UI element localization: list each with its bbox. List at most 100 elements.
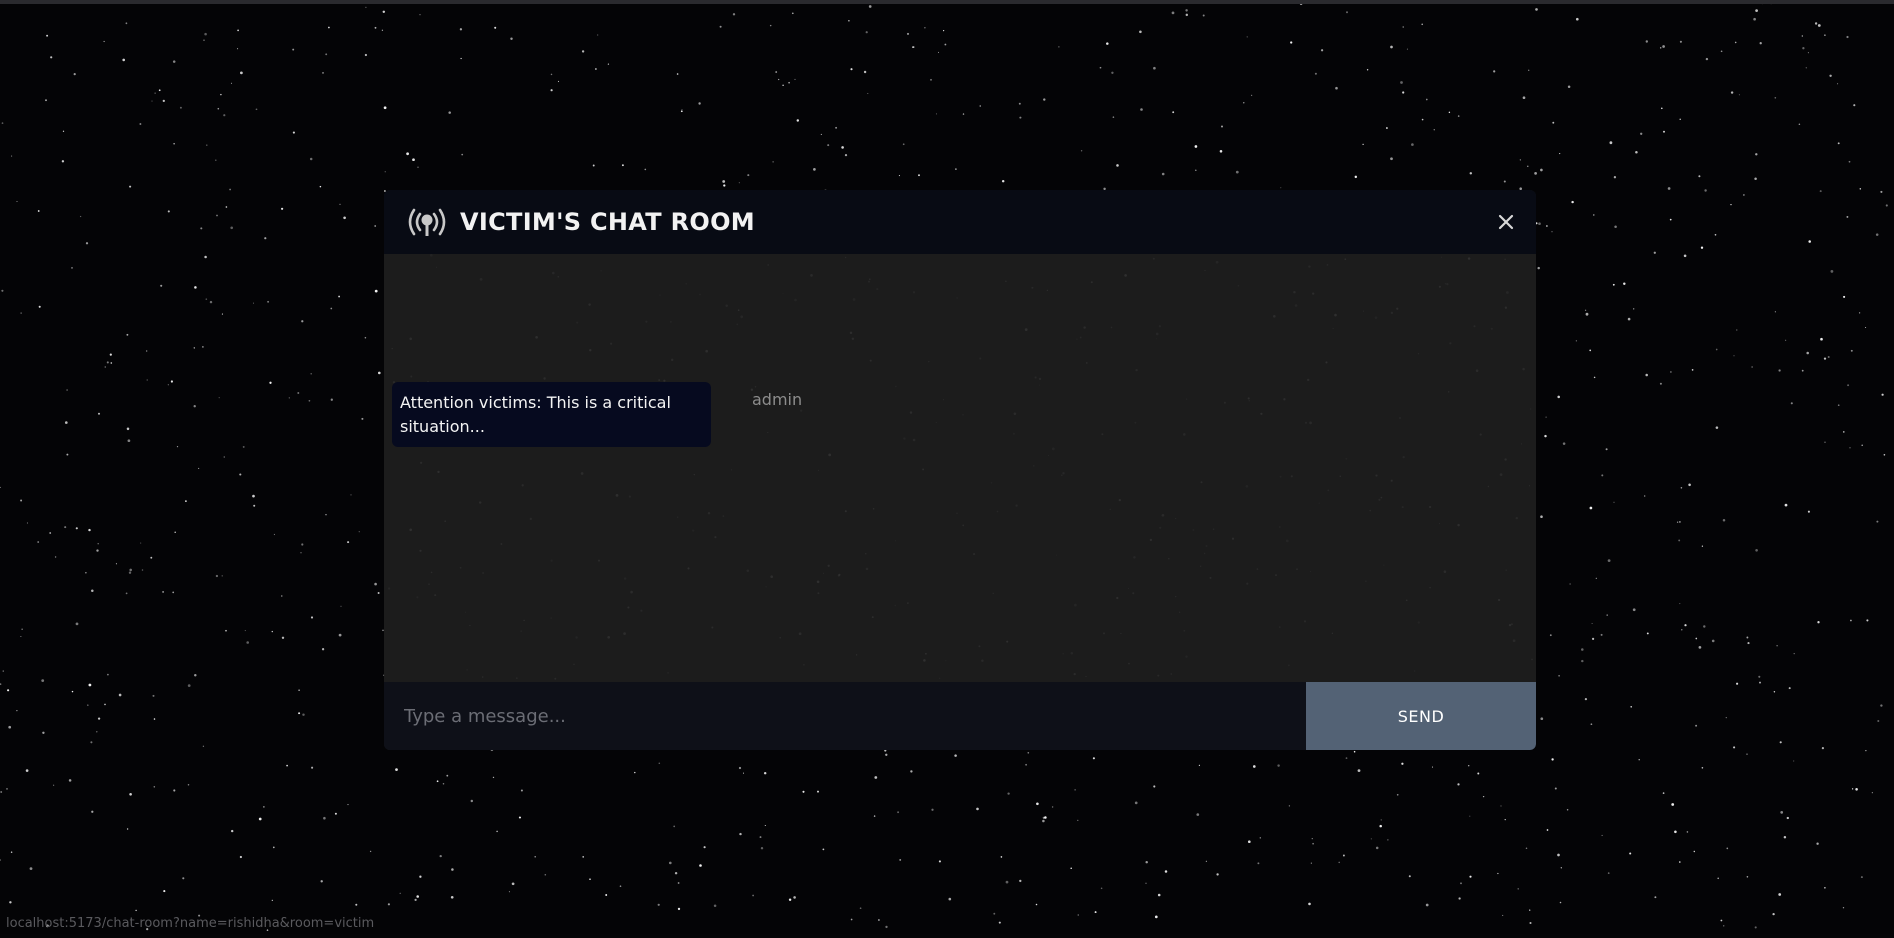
- star: [621, 164, 624, 167]
- star: [1185, 9, 1188, 12]
- star: [146, 350, 148, 352]
- star: [1807, 52, 1809, 54]
- star: [364, 336, 367, 339]
- star: [1000, 856, 1003, 858]
- star: [719, 25, 722, 28]
- star: [1080, 150, 1083, 152]
- star: [448, 111, 451, 114]
- star: [395, 768, 398, 771]
- star: [97, 717, 101, 720]
- chat-room-title: VICTIM'S CHAT ROOM: [460, 208, 755, 236]
- star: [1698, 646, 1702, 649]
- star: [1552, 121, 1555, 124]
- star: [1527, 165, 1529, 167]
- star: [271, 899, 273, 901]
- star: [258, 817, 262, 821]
- star: [103, 40, 105, 43]
- star: [1094, 911, 1097, 914]
- star: [1633, 308, 1635, 310]
- close-icon[interactable]: [1494, 210, 1518, 234]
- star: [1609, 141, 1613, 145]
- star: [1793, 760, 1795, 762]
- star: [722, 180, 726, 183]
- star: [1172, 111, 1175, 114]
- chat-header: VICTIM'S CHAT ROOM: [384, 190, 1536, 254]
- star: [97, 542, 99, 545]
- star: [1497, 872, 1499, 875]
- star: [202, 346, 204, 348]
- star: [1019, 879, 1022, 883]
- star: [1551, 758, 1554, 761]
- star: [676, 73, 679, 75]
- star: [930, 78, 932, 81]
- star: [1421, 118, 1424, 121]
- star: [1569, 583, 1571, 585]
- star: [387, 903, 390, 906]
- star: [1885, 204, 1888, 207]
- star: [1861, 444, 1863, 446]
- star: [0, 486, 1, 488]
- star: [902, 143, 905, 146]
- star: [37, 210, 40, 212]
- star: [817, 790, 819, 793]
- star: [140, 542, 142, 544]
- star: [899, 858, 902, 861]
- star: [1528, 69, 1530, 71]
- star: [1559, 901, 1562, 904]
- star: [775, 71, 778, 73]
- star: [1759, 42, 1762, 45]
- star: [863, 70, 867, 74]
- star: [25, 769, 29, 772]
- star: [1134, 801, 1138, 805]
- star: [125, 592, 128, 595]
- star: [1842, 907, 1845, 909]
- star: [198, 467, 200, 469]
- star: [68, 779, 72, 782]
- star: [377, 592, 380, 594]
- star: [1164, 870, 1168, 873]
- star: [1421, 23, 1423, 26]
- star: [1738, 94, 1740, 96]
- star: [1406, 48, 1408, 50]
- star: [1519, 159, 1521, 161]
- star: [292, 48, 295, 51]
- star: [763, 771, 767, 775]
- star: [172, 591, 175, 594]
- star: [104, 703, 106, 706]
- star: [223, 114, 226, 117]
- star: [1257, 862, 1260, 865]
- star: [1590, 723, 1593, 726]
- star: [364, 53, 368, 57]
- status-bar-url: localhost:5173/chat-room?name=rishidha&r…: [6, 916, 375, 931]
- star: [122, 58, 126, 62]
- star: [943, 30, 945, 32]
- star: [470, 799, 474, 803]
- star: [322, 72, 324, 74]
- star: [1477, 772, 1480, 775]
- star: [1338, 861, 1340, 864]
- star: [167, 210, 170, 213]
- star: [338, 633, 342, 637]
- message-list: Attention victims: This is a critical si…: [384, 254, 1536, 672]
- star: [859, 907, 862, 910]
- star: [868, 5, 872, 8]
- star: [1575, 340, 1577, 342]
- message-input[interactable]: [384, 682, 1306, 750]
- star: [1591, 637, 1595, 641]
- star: [16, 200, 18, 203]
- star: [1684, 624, 1687, 627]
- star: [158, 89, 161, 92]
- send-button[interactable]: SEND: [1306, 682, 1536, 750]
- star: [850, 918, 853, 921]
- star: [1638, 759, 1640, 761]
- star: [1855, 788, 1858, 791]
- star: [1695, 724, 1698, 727]
- star: [1676, 521, 1679, 523]
- star: [1758, 675, 1761, 678]
- star: [173, 143, 175, 145]
- star: [738, 182, 740, 184]
- star: [1681, 629, 1683, 631]
- star: [244, 630, 246, 632]
- star: [53, 784, 55, 786]
- star: [308, 399, 311, 402]
